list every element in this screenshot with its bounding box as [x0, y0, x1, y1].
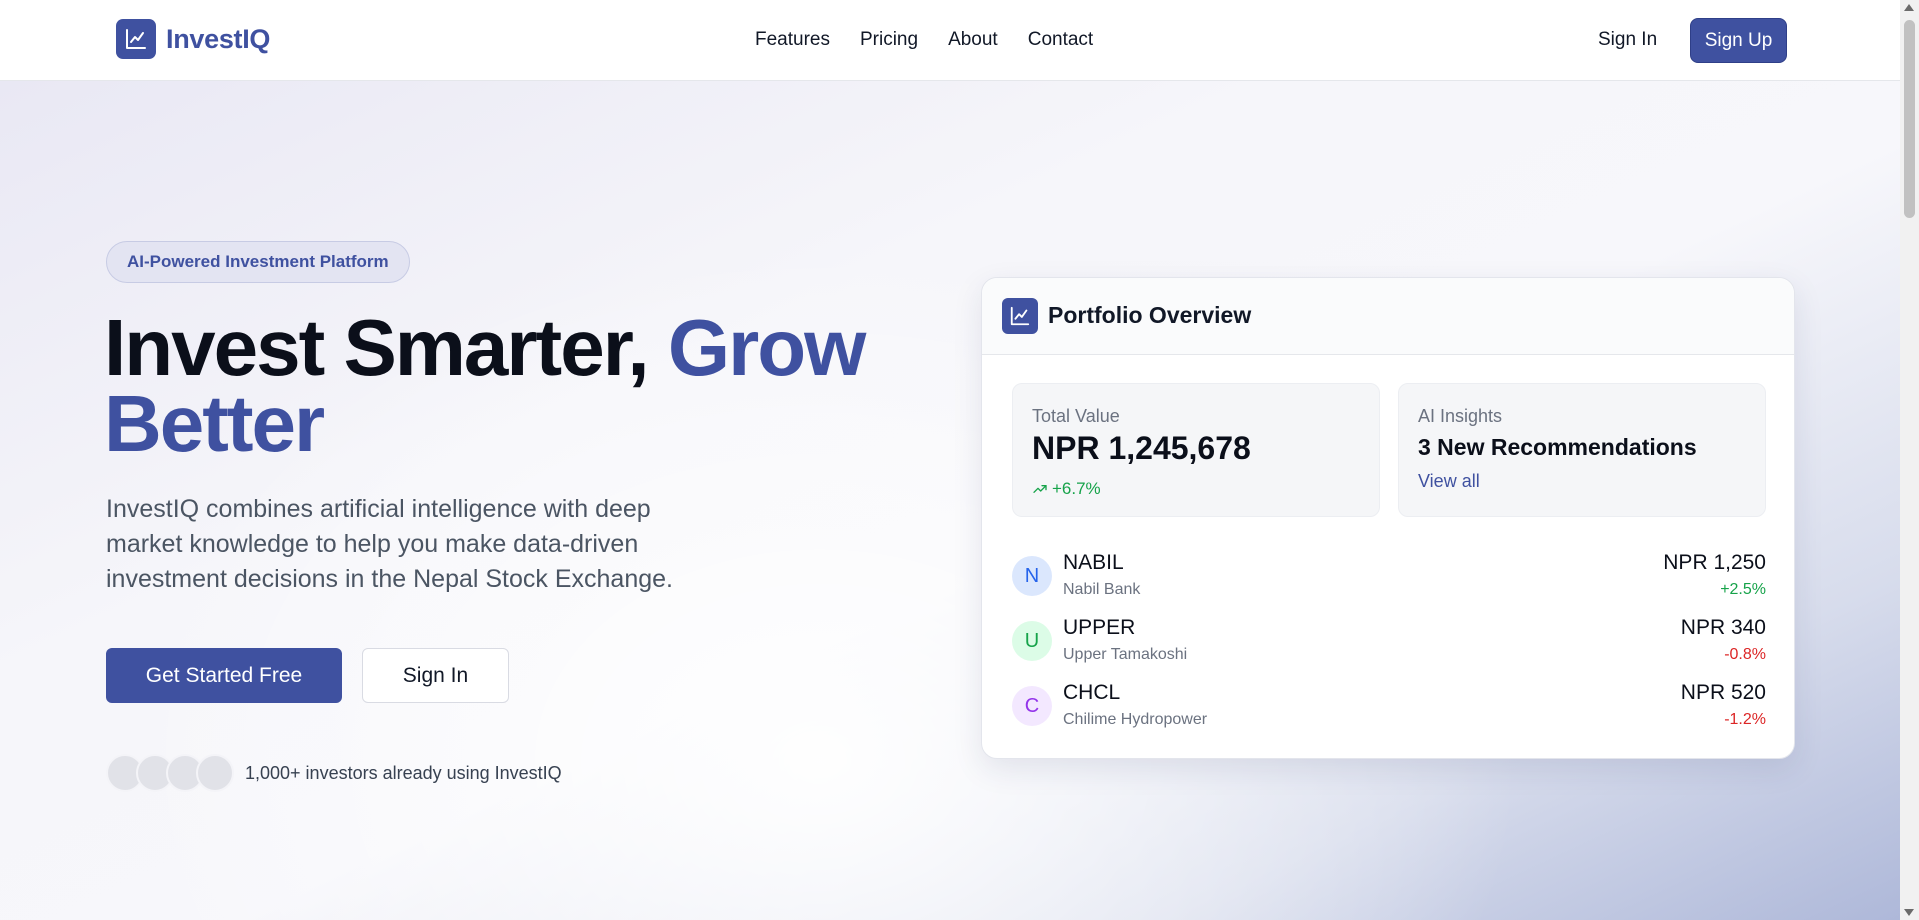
- stock-avatar: N: [1012, 556, 1052, 596]
- get-started-button[interactable]: Get Started Free: [106, 648, 342, 703]
- stock-price: NPR 1,250: [1663, 551, 1766, 574]
- stock-price: NPR 340: [1680, 616, 1766, 639]
- total-value-amount: NPR 1,245,678: [1032, 430, 1251, 466]
- social-proof-text: 1,000+ investors already using InvestIQ: [245, 763, 562, 783]
- stock-symbol: UPPER: [1063, 616, 1136, 639]
- scroll-down-arrow-icon[interactable]: [1904, 909, 1914, 916]
- top-navbar: InvestIQ Features Pricing About Contact …: [0, 0, 1900, 81]
- main-nav: Features Pricing About Contact: [755, 29, 1093, 51]
- hero-headline: Invest Smarter, Grow Better: [104, 308, 884, 464]
- stock-name: Upper Tamakoshi: [1063, 646, 1188, 663]
- stock-avatar: C: [1012, 686, 1052, 726]
- stock-row-upper[interactable]: U UPPER Upper Tamakoshi NPR 340 -0.8%: [1012, 616, 1766, 670]
- brand-name: InvestIQ: [166, 23, 271, 54]
- page-scrollbar[interactable]: [1900, 0, 1919, 920]
- scrollbar-thumb[interactable]: [1904, 20, 1915, 218]
- total-value-change: +6.7%: [1032, 479, 1101, 499]
- header-signup-button[interactable]: Sign Up: [1690, 18, 1787, 63]
- portfolio-overview-card: Portfolio Overview Total Value NPR 1,245…: [981, 277, 1795, 759]
- brand-logo[interactable]: InvestIQ: [116, 19, 270, 59]
- stock-price: NPR 520: [1680, 681, 1766, 704]
- header-signin-link[interactable]: Sign In: [1598, 29, 1657, 51]
- chart-line-icon: [1002, 298, 1038, 334]
- stock-symbol: NABIL: [1063, 551, 1124, 574]
- card-title: Portfolio Overview: [1048, 302, 1252, 328]
- stock-avatar: U: [1012, 621, 1052, 661]
- hero-signin-button[interactable]: Sign In: [362, 648, 509, 703]
- stock-row-nabil[interactable]: N NABIL Nabil Bank NPR 1,250 +2.5%: [1012, 551, 1766, 605]
- card-header: Portfolio Overview: [982, 278, 1794, 355]
- stock-name: Chilime Hydropower: [1063, 711, 1208, 728]
- nav-features[interactable]: Features: [755, 29, 830, 51]
- stock-change: -1.2%: [1724, 711, 1766, 728]
- total-change-value: +6.7%: [1052, 479, 1101, 498]
- nav-about[interactable]: About: [948, 29, 998, 51]
- ai-insights-value: 3 New Recommendations: [1418, 434, 1697, 460]
- total-value-panel: Total Value NPR 1,245,678 +6.7%: [1012, 383, 1380, 517]
- hero-badge: AI-Powered Investment Platform: [106, 241, 410, 283]
- stock-row-chcl[interactable]: C CHCL Chilime Hydropower NPR 520 -1.2%: [1012, 681, 1766, 735]
- nav-pricing[interactable]: Pricing: [860, 29, 918, 51]
- nav-contact[interactable]: Contact: [1028, 29, 1093, 51]
- stock-change: +2.5%: [1720, 581, 1766, 598]
- trending-up-icon: [1033, 485, 1047, 493]
- avatar: [196, 754, 234, 792]
- view-all-link[interactable]: View all: [1418, 471, 1480, 492]
- ai-insights-panel: AI Insights 3 New Recommendations View a…: [1398, 383, 1766, 517]
- hero-subtitle: InvestIQ combines artificial intelligenc…: [106, 495, 673, 593]
- stock-change: -0.8%: [1724, 646, 1766, 663]
- scroll-up-arrow-icon[interactable]: [1904, 4, 1914, 11]
- investor-avatars: [106, 754, 234, 792]
- ai-insights-label: AI Insights: [1418, 406, 1503, 426]
- chart-line-icon: [116, 19, 156, 59]
- stock-symbol: CHCL: [1063, 681, 1121, 704]
- total-value-label: Total Value: [1032, 406, 1120, 426]
- stock-name: Nabil Bank: [1063, 581, 1141, 598]
